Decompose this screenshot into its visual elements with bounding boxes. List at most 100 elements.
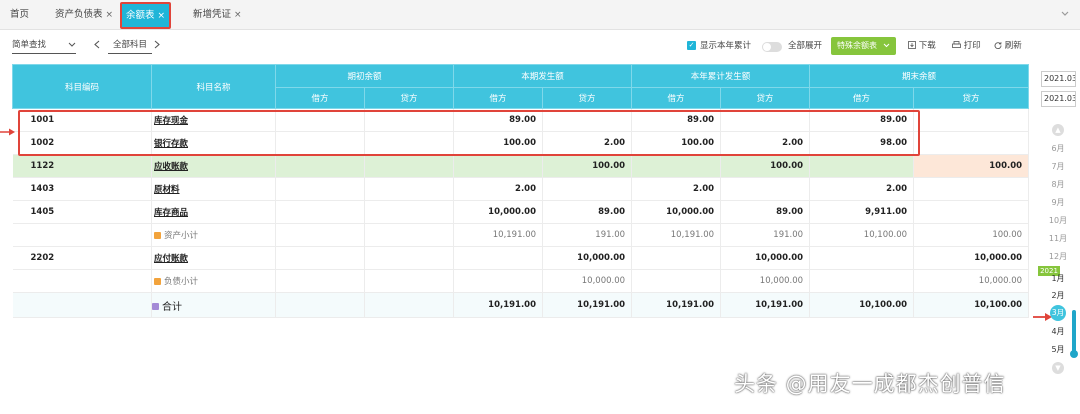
tab-new-voucher[interactable]: 新增凭证 × [193,0,242,30]
cell [453,246,544,270]
cell [364,131,455,155]
scrollbar[interactable] [1072,310,1076,354]
subtotal-row: 负债小计 10,000.00 10,000.00 10,000.00 [12,269,1030,293]
refresh-button[interactable]: 刷新 [994,39,1022,53]
month-item[interactable]: 11月 [1038,233,1078,244]
chevron-right-icon[interactable] [154,40,160,49]
date-to-field[interactable]: 2021.03 [1041,91,1076,107]
cell [364,246,455,270]
cell: 98.00 [809,131,915,155]
row-name-link[interactable]: 应付账款 [151,246,276,270]
month-item[interactable]: 6月 [1038,143,1078,154]
show-year-total-checkbox[interactable]: ✓ [687,41,696,50]
cell [275,177,365,201]
subtotal-label: 资产小计 [151,223,276,247]
special-balance-button[interactable]: 特殊余额表 [831,37,896,55]
download-icon [908,41,916,49]
quick-search-dropdown[interactable]: 简单查找 [12,38,76,54]
row-name-link[interactable]: 应收账款 [151,154,276,178]
total-icon [152,303,159,310]
cell: 10,000.00 [913,246,1030,270]
table-row[interactable]: 1122 应收账款 100.00 100.00 100.00 [12,154,1030,178]
header-credit: 贷方 [363,87,455,109]
cell [631,154,722,178]
cell: 100.00 [453,131,544,155]
table-row[interactable]: 1403 原材料 2.00 2.00 2.00 [12,177,1030,201]
cell [913,131,1030,155]
cell: 10,000.00 [720,269,811,293]
cell [275,108,365,132]
download-button[interactable]: 下载 [908,39,936,53]
chevron-down-icon[interactable]: ▼ [1052,362,1064,374]
close-icon[interactable]: × [106,10,114,20]
total-label: 合计 [151,292,276,318]
row-name-link[interactable]: 银行存款 [151,131,276,155]
month-item[interactable]: 8月 [1038,179,1078,190]
cell [275,269,365,293]
cell [809,269,915,293]
tab-trial-balance[interactable]: 余额表 × [120,2,172,29]
subtotal-row: 资产小计 10,191.00 191.00 10,191.00 191.00 1… [12,223,1030,247]
cell [275,246,365,270]
cell [809,154,915,178]
month-item-active[interactable]: 3月 [1050,305,1066,321]
month-item[interactable]: 2月 [1038,290,1078,301]
close-icon[interactable]: × [234,10,242,20]
cell [275,223,365,247]
cell: 89.00 [720,200,811,224]
tab-balance-sheet[interactable]: 资产负债表 × [55,0,113,30]
date-from-field[interactable]: 2021.03 [1041,71,1076,87]
header-period-amount: 本期发生额 [453,64,633,88]
cell [913,177,1030,201]
cell: 10,100.00 [913,292,1030,318]
chevron-left-icon[interactable] [94,40,100,49]
total-row: 合计 10,191.00 10,191.00 10,191.00 10,191.… [12,292,1030,318]
row-name-link[interactable]: 原材料 [151,177,276,201]
cell [275,200,365,224]
header-closing-balance: 期末余额 [809,64,1030,88]
expand-all-toggle[interactable] [762,42,782,52]
cell [364,177,455,201]
header-name[interactable]: 科目名称 [151,64,276,109]
row-name-link[interactable]: 库存商品 [151,200,276,224]
cell: 2.00 [809,177,915,201]
header-code[interactable]: 科目编码 [12,64,152,109]
scrollbar-handle[interactable] [1070,350,1078,358]
table-row[interactable]: 2202 应付账款 10,000.00 10,000.00 10,000.00 [12,246,1030,270]
cell: 2.00 [720,131,811,155]
table-row[interactable]: 1001 库存现金 89.00 89.00 89.00 [12,108,1030,132]
all-subjects-selector[interactable]: 全部科目 [108,38,152,54]
chevron-down-icon[interactable] [1060,9,1070,19]
month-item[interactable]: 7月 [1038,161,1078,172]
chevron-up-icon[interactable]: ▲ [1052,124,1064,136]
table-row[interactable]: 1002 银行存款 100.00 2.00 100.00 2.00 98.00 [12,131,1030,155]
cell [720,177,811,201]
cell: 10,191.00 [542,292,633,318]
table-row[interactable]: 1405 库存商品 10,000.00 89.00 10,000.00 89.0… [12,200,1030,224]
month-item[interactable]: 12月 [1038,251,1078,262]
cell [364,223,455,247]
cell [809,246,915,270]
cell: 2.00 [453,177,544,201]
cell [364,200,455,224]
cell: 10,191.00 [453,292,544,318]
tab-home[interactable]: 首页 [10,0,29,30]
month-item[interactable]: 9月 [1038,197,1078,208]
month-item[interactable]: 10月 [1038,215,1078,226]
cell [275,131,365,155]
print-button[interactable]: 打印 [952,39,981,53]
header-debit: 借方 [809,87,915,109]
cell: 100.00 [720,154,811,178]
month-item[interactable]: 1月 [1038,273,1078,284]
cell: 10,000.00 [913,269,1030,293]
cell: 10,191.00 [720,292,811,318]
row-code: 1001 [12,108,152,132]
cell [631,246,722,270]
header-year-total: 本年累计发生额 [631,64,811,88]
cell: 89.00 [542,200,633,224]
cell [275,292,365,318]
row-name-link[interactable]: 库存现金 [151,108,276,132]
header-credit: 贷方 [913,87,1030,109]
close-icon[interactable]: × [158,11,166,21]
cell: 100.00 [913,154,1030,178]
